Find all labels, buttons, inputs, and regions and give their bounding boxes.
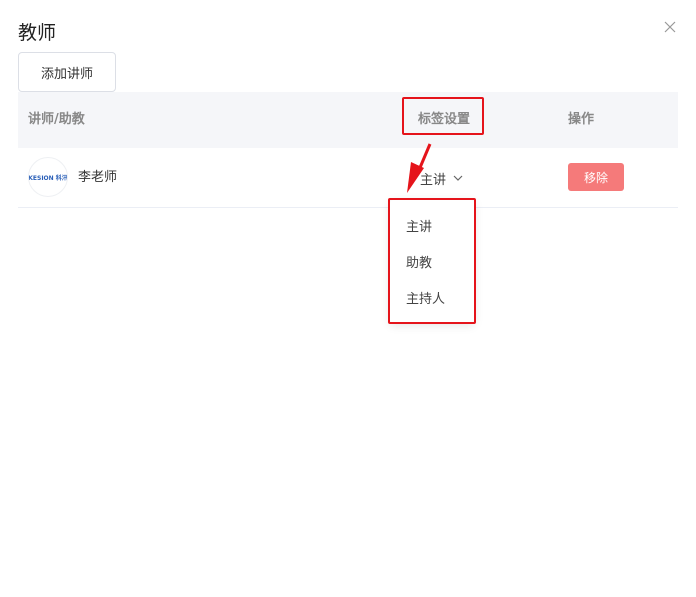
teacher-table: 讲师/助教 标签设置 操作 KESION 科汛 李老师 主讲 移除 xyxy=(18,92,678,208)
tag-select[interactable]: 主讲 xyxy=(420,148,464,208)
tag-select-value: 主讲 xyxy=(420,172,447,188)
remove-button[interactable]: 移除 xyxy=(568,163,624,191)
avatar-logo-text: KESION 科汛 xyxy=(28,174,68,182)
table-row: KESION 科汛 李老师 主讲 移除 xyxy=(18,148,678,208)
dropdown-option-lecturer[interactable]: 主讲 xyxy=(390,210,474,246)
chevron-down-icon xyxy=(453,175,463,181)
header-tag-setting: 标签设置 xyxy=(418,112,471,127)
dialog-title: 教师 xyxy=(18,22,57,44)
teacher-name: 李老师 xyxy=(78,170,118,185)
avatar: KESION 科汛 xyxy=(28,157,68,197)
header-operation: 操作 xyxy=(568,112,595,127)
table-header: 讲师/助教 标签设置 操作 xyxy=(18,92,678,148)
close-icon[interactable] xyxy=(663,20,677,34)
header-name: 讲师/助教 xyxy=(28,112,85,127)
dropdown-option-host[interactable]: 主持人 xyxy=(390,282,474,318)
dropdown-option-assistant[interactable]: 助教 xyxy=(390,246,474,282)
tag-dropdown-menu: 主讲 助教 主持人 xyxy=(390,200,474,323)
add-teacher-button[interactable]: 添加讲师 xyxy=(18,52,116,92)
